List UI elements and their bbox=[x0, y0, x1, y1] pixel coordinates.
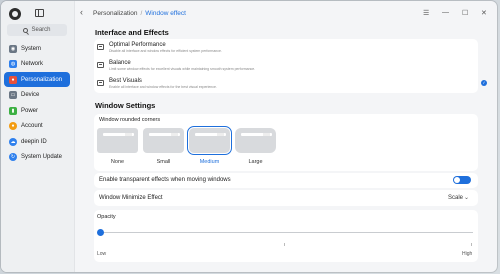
sidebar-item-network[interactable]: ◍ Network bbox=[4, 57, 70, 72]
effects-card: Optimal Performance Disable all interfac… bbox=[94, 39, 487, 93]
checkmark-icon: ✓ bbox=[481, 80, 487, 86]
opacity-card: Opacity Low High bbox=[94, 210, 478, 262]
sidebar-item-personalization[interactable]: ● Personalization bbox=[4, 72, 70, 87]
minimize-effect-select[interactable]: Scale bbox=[448, 195, 463, 201]
corner-option-medium[interactable] bbox=[187, 126, 232, 155]
visuals-icon bbox=[97, 80, 104, 86]
titlebar: ‹ Personalization / Window effect ☰ — ☐ ✕ bbox=[74, 1, 497, 27]
option-title: Optimal Performance bbox=[109, 42, 166, 48]
corner-label-none: None bbox=[110, 159, 125, 165]
window-settings-title: Window Settings bbox=[95, 101, 156, 110]
performance-icon bbox=[97, 44, 104, 50]
sidebar-item-label: Account bbox=[21, 123, 43, 129]
opacity-slider-handle[interactable] bbox=[97, 229, 104, 236]
option-balance[interactable]: Balance Limit some window effects for ex… bbox=[94, 58, 493, 73]
sidebar-item-label: System bbox=[21, 45, 42, 52]
corner-label-medium: Medium bbox=[199, 159, 220, 165]
sidebar: Search ◉ System ◍ Network ● Personalizat… bbox=[1, 1, 75, 272]
chevron-down-icon[interactable]: ⌄ bbox=[464, 194, 469, 201]
rounded-corners-label: Window rounded corners bbox=[99, 117, 161, 123]
network-icon: ◍ bbox=[9, 60, 17, 68]
option-title: Balance bbox=[109, 60, 131, 66]
sidebar-item-device[interactable]: ▭ Device bbox=[4, 88, 70, 103]
personalization-icon: ● bbox=[9, 75, 17, 84]
option-description: Enable all interface and window effects … bbox=[109, 85, 217, 89]
breadcrumb-current: Window effect bbox=[145, 10, 186, 17]
close-icon[interactable]: ✕ bbox=[481, 9, 487, 17]
interface-section-title: Interface and Effects bbox=[95, 28, 169, 37]
opacity-tick bbox=[284, 243, 285, 246]
option-optimal-performance[interactable]: Optimal Performance Disable all interfac… bbox=[94, 40, 493, 55]
opacity-tick bbox=[471, 243, 472, 246]
option-description: Limit some window effects for excellent … bbox=[109, 67, 256, 71]
device-icon: ▭ bbox=[9, 91, 17, 99]
sidebar-item-label: Personalization bbox=[21, 76, 63, 83]
corner-option-large[interactable] bbox=[235, 128, 276, 153]
opacity-slider-track[interactable] bbox=[99, 232, 473, 233]
sidebar-item-system[interactable]: ◉ System bbox=[4, 41, 70, 56]
sidebar-item-label: Network bbox=[21, 61, 44, 67]
deepin-id-icon: ☁ bbox=[9, 137, 17, 146]
sidebar-item-label: Device bbox=[21, 92, 40, 98]
corner-option-none[interactable] bbox=[97, 128, 138, 153]
opacity-low-label: Low bbox=[97, 251, 107, 257]
option-title: Best Visuals bbox=[109, 78, 142, 84]
option-best-visuals[interactable]: Best Visuals Enable all interface and wi… bbox=[94, 76, 493, 91]
back-button[interactable]: ‹ bbox=[80, 7, 83, 17]
opacity-label: Opacity bbox=[97, 214, 116, 220]
system-icon: ◉ bbox=[9, 44, 17, 53]
sidebar-item-system-update[interactable]: ↻ System Update bbox=[4, 150, 70, 165]
opacity-high-label: High bbox=[462, 251, 473, 257]
sidebar-toggle-icon[interactable] bbox=[35, 9, 44, 17]
search-placeholder: Search bbox=[31, 27, 51, 33]
search-input[interactable]: Search bbox=[7, 24, 67, 36]
sidebar-item-account[interactable]: ● Account bbox=[4, 119, 70, 134]
corner-option-small[interactable] bbox=[143, 128, 184, 153]
search-icon bbox=[23, 27, 29, 33]
minimize-effect-row: Window Minimize Effect Scale ⌄ bbox=[94, 190, 478, 206]
corner-label-small: Small bbox=[156, 159, 171, 165]
account-icon: ● bbox=[9, 122, 17, 130]
deepin-logo-icon bbox=[9, 8, 21, 20]
minimize-effect-label: Window Minimize Effect bbox=[99, 195, 163, 201]
sidebar-item-label: System Update bbox=[21, 154, 63, 160]
minimize-icon[interactable]: — bbox=[442, 9, 449, 16]
breadcrumb-parent[interactable]: Personalization bbox=[93, 10, 137, 17]
update-icon: ↻ bbox=[9, 153, 17, 161]
transparent-effects-label: Enable transparent effects when moving w… bbox=[99, 177, 231, 183]
transparent-effects-row: Enable transparent effects when moving w… bbox=[94, 173, 478, 188]
transparent-effects-toggle[interactable] bbox=[453, 176, 471, 184]
sidebar-item-deepin-id[interactable]: ☁ deepin ID bbox=[4, 134, 70, 149]
menu-icon[interactable]: ☰ bbox=[423, 9, 429, 17]
sidebar-item-label: deepin ID bbox=[21, 138, 47, 145]
breadcrumb-separator: / bbox=[140, 10, 143, 17]
sidebar-nav: ◉ System ◍ Network ● Personalization ▭ D… bbox=[4, 41, 70, 165]
sidebar-item-label: Power bbox=[21, 107, 39, 114]
breadcrumb: Personalization / Window effect bbox=[93, 10, 186, 17]
balance-icon bbox=[97, 62, 104, 68]
option-description: Disable all interface and window effects… bbox=[109, 49, 222, 53]
control-center-window: Search ◉ System ◍ Network ● Personalizat… bbox=[1, 1, 497, 272]
power-icon: ▮ bbox=[9, 106, 17, 115]
maximize-icon[interactable]: ☐ bbox=[462, 9, 468, 17]
rounded-corners-card: Window rounded corners None Small Medium… bbox=[94, 114, 478, 171]
sidebar-item-power[interactable]: ▮ Power bbox=[4, 103, 70, 118]
corner-label-large: Large bbox=[248, 159, 263, 165]
